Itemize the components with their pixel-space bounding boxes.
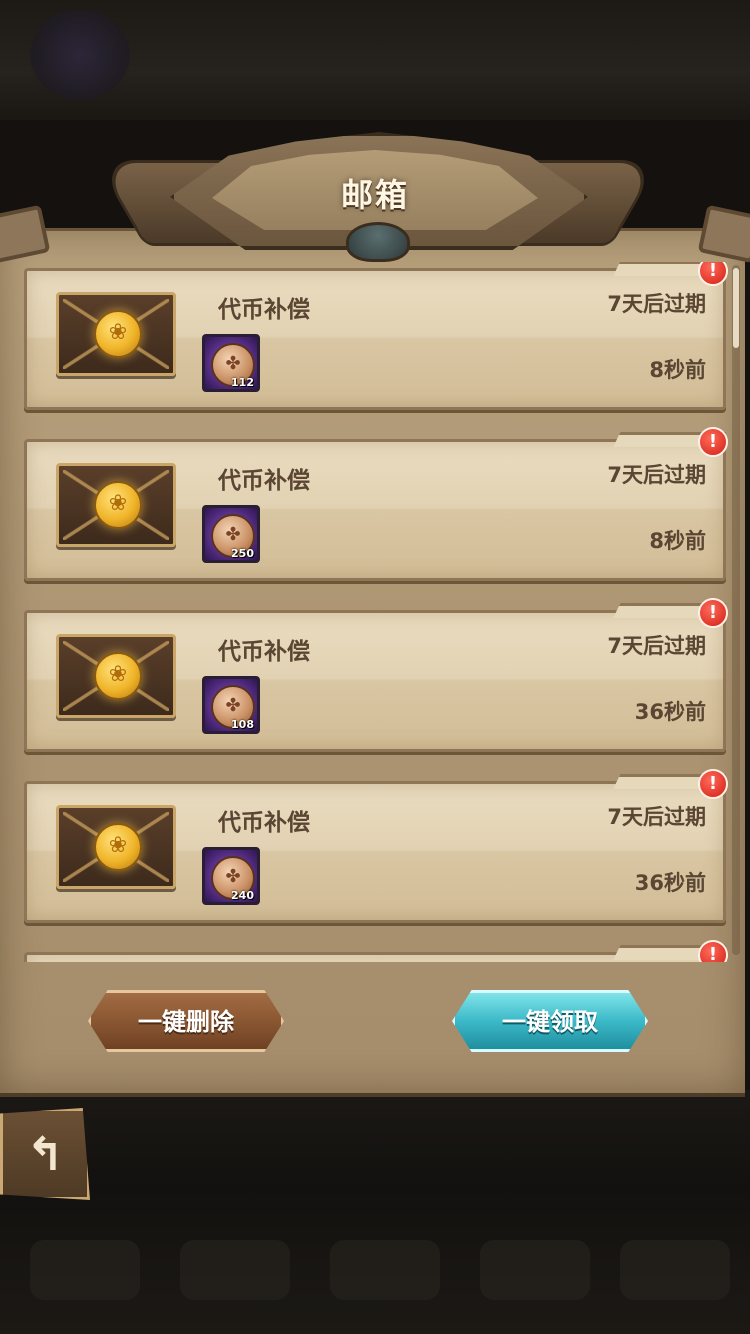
mail-expire-label: 7天后过期 — [607, 292, 706, 316]
claim-all-button[interactable]: 一键领取 — [452, 990, 648, 1052]
mail-expire-label: 7天后过期 — [607, 463, 706, 487]
background-avatar-blur — [30, 10, 130, 100]
mail-list[interactable]: ❀ 代币补偿 7天后过期 8秒前 ✤ 112 ! ❀ 代币补偿 7天后过期 8秒… — [0, 262, 750, 962]
background-blur-element — [480, 1240, 590, 1300]
mail-item[interactable]: ! — [22, 940, 728, 962]
background-blur-element — [330, 1240, 440, 1300]
mail-title: 代币补偿 — [218, 639, 310, 665]
unread-alert-icon: ! — [698, 598, 728, 628]
background-blur-element — [30, 1240, 140, 1300]
unread-alert-icon: ! — [698, 769, 728, 799]
mail-item[interactable]: ❀ 代币补偿 7天后过期 8秒前 ✤ 250 ! — [22, 427, 728, 581]
mail-timestamp: 36秒前 — [634, 700, 706, 724]
reward-item-slot[interactable]: ✤ 112 — [202, 334, 260, 392]
mail-title: 代币补偿 — [218, 297, 310, 323]
unread-alert-icon: ! — [698, 427, 728, 457]
envelope-icon: ❀ — [56, 634, 176, 718]
unread-alert-icon: ! — [698, 940, 728, 962]
reward-item-count: 112 — [231, 376, 254, 389]
envelope-icon: ❀ — [56, 805, 176, 889]
mail-item[interactable]: ❀ 代币补偿 7天后过期 8秒前 ✤ 112 ! — [22, 262, 728, 410]
mail-expire-label: 7天后过期 — [607, 805, 706, 829]
reward-item-slot[interactable]: ✤ 240 — [202, 847, 260, 905]
mail-title: 代币补偿 — [218, 810, 310, 836]
mail-expire-label: 7天后过期 — [607, 634, 706, 658]
envelope-icon: ❀ — [56, 292, 176, 376]
mail-item[interactable]: ❀ 代币补偿 7天后过期 36秒前 ✤ 108 ! — [22, 598, 728, 752]
mail-title: 代币补偿 — [218, 468, 310, 494]
reward-item-slot[interactable]: ✤ 108 — [202, 676, 260, 734]
reward-item-count: 108 — [231, 718, 254, 731]
wax-seal-icon: ❀ — [94, 652, 142, 700]
wax-seal-icon: ❀ — [94, 310, 142, 358]
mail-timestamp: 36秒前 — [634, 871, 706, 895]
wax-seal-icon: ❀ — [94, 481, 142, 529]
back-arrow-icon[interactable]: ↰ — [0, 1108, 90, 1200]
mail-timestamp: 8秒前 — [649, 358, 706, 382]
mail-card[interactable] — [24, 952, 726, 962]
reward-item-slot[interactable]: ✤ 250 — [202, 505, 260, 563]
title-gem-ornament — [346, 222, 410, 262]
page-title: 邮箱 — [340, 176, 409, 214]
background-blur-element — [180, 1240, 290, 1300]
envelope-icon: ❀ — [56, 463, 176, 547]
mail-item[interactable]: ❀ 代币补偿 7天后过期 36秒前 ✤ 240 ! — [22, 769, 728, 923]
wax-seal-icon: ❀ — [94, 823, 142, 871]
mail-timestamp: 8秒前 — [649, 529, 706, 553]
background-blur-element — [620, 1240, 730, 1300]
delete-all-button[interactable]: 一键删除 — [88, 990, 284, 1052]
reward-item-count: 240 — [231, 889, 254, 902]
reward-item-count: 250 — [231, 547, 254, 560]
